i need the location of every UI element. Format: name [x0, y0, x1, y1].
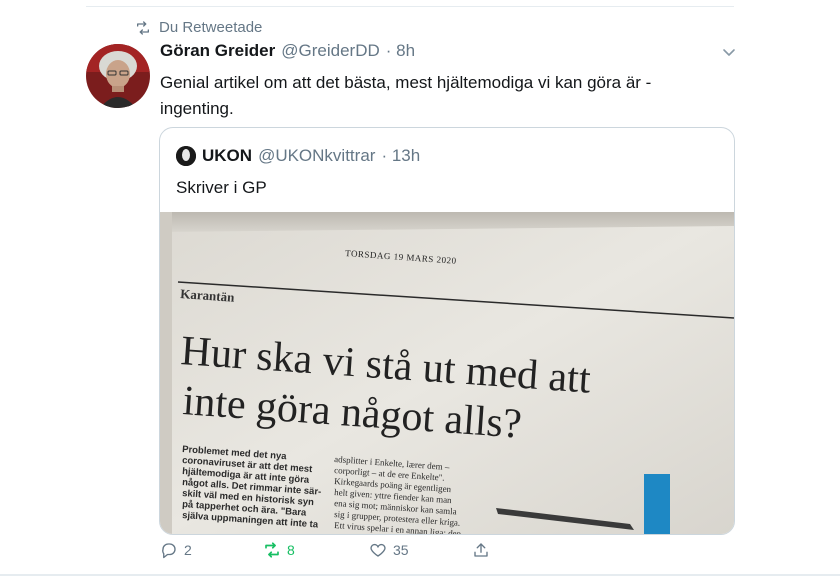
tweet-actions: 2 8 35	[0, 541, 840, 565]
share-icon	[474, 543, 488, 557]
author-name[interactable]: Göran Greider	[160, 41, 275, 61]
quote-time[interactable]: · 13h	[381, 146, 420, 166]
quote-author-name[interactable]: UKON	[202, 146, 252, 166]
reply-icon	[162, 543, 176, 559]
retweet-context: Du Retweetade	[135, 19, 262, 36]
quote-header: UKON @UKONkvittrar · 13h	[176, 146, 420, 166]
quote-avatar[interactable]	[176, 146, 196, 166]
retweet-icon	[137, 20, 149, 35]
newspaper-photo[interactable]: TORSDAG 19 MARS 2020 Karantän Hur ska vi…	[160, 212, 734, 534]
like-button[interactable]: 35	[369, 541, 409, 559]
share-button[interactable]	[472, 541, 490, 559]
quote-author-handle[interactable]: @UKONkvittrar	[258, 146, 375, 166]
heart-icon	[370, 543, 386, 557]
retweet-button[interactable]: 8	[263, 541, 295, 559]
tweet-text: Genial artikel om att det bästa, mest hj…	[160, 73, 652, 118]
retweet-icon	[265, 542, 279, 558]
newspaper-image: TORSDAG 19 MARS 2020 Karantän Hur ska vi…	[160, 212, 734, 534]
quote-text: Skriver i GP	[176, 178, 267, 197]
reply-count: 2	[184, 542, 192, 558]
top-divider	[86, 6, 734, 7]
quote-avatar-image	[176, 146, 196, 166]
retweet-count: 8	[287, 542, 295, 558]
author-handle[interactable]: @GreiderDD	[281, 41, 380, 61]
like-count: 35	[393, 542, 409, 558]
tweet-header: Göran Greider @GreiderDD · 8h	[160, 41, 415, 61]
avatar[interactable]	[86, 44, 150, 108]
avatar-image	[86, 44, 150, 108]
reply-button[interactable]: 2	[160, 541, 192, 559]
chevron-down-icon[interactable]	[721, 44, 737, 60]
tweet-time[interactable]: · 8h	[386, 41, 415, 61]
retweet-note: Du Retweetade	[159, 19, 263, 36]
quoted-tweet[interactable]: UKON @UKONkvittrar · 13h Skriver i GP TO…	[159, 127, 735, 535]
